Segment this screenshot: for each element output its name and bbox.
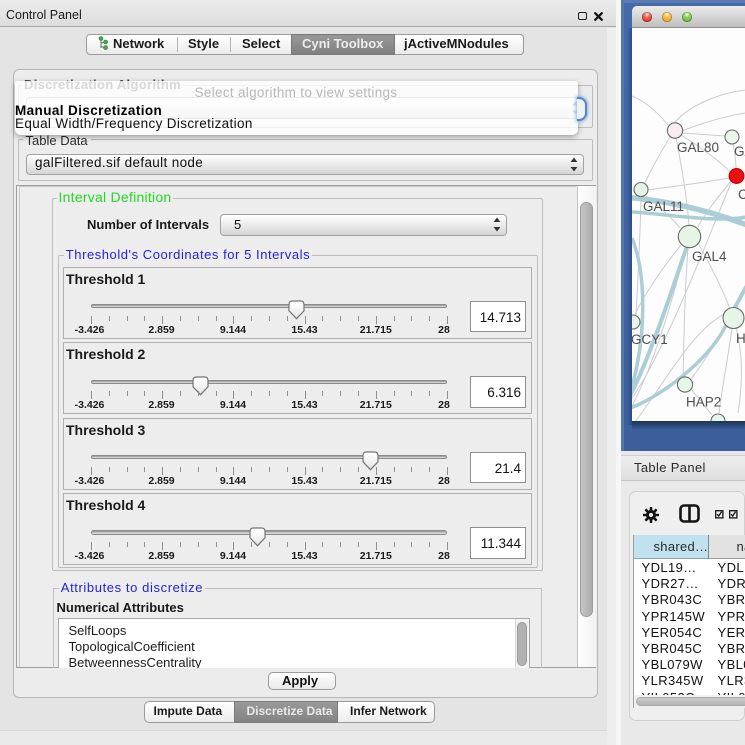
svg-text:GAL80: GAL80 <box>677 140 719 155</box>
svg-text:HAP2: HAP2 <box>686 395 721 410</box>
svg-text:GAL11: GAL11 <box>643 199 684 214</box>
svg-text:HA: HA <box>736 331 745 346</box>
svg-text:GAL4: GAL4 <box>692 249 727 264</box>
svg-text:GCY1: GCY1 <box>632 332 668 347</box>
svg-text:GA: GA <box>734 144 745 159</box>
svg-text:CD: CD <box>738 187 745 202</box>
